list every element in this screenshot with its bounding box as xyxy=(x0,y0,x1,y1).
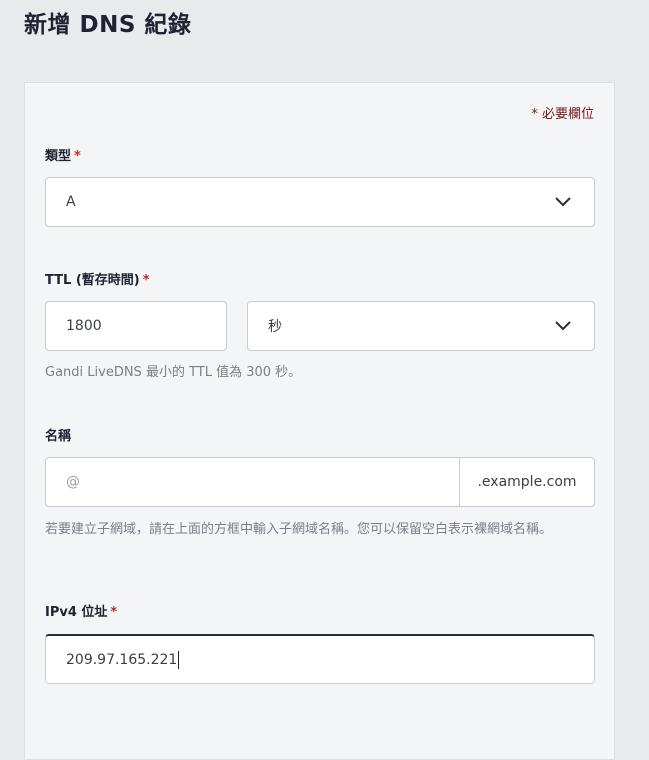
ttl-unit-value: 秒 xyxy=(268,319,282,335)
page-title: 新增 DNS 紀錄 xyxy=(24,12,192,38)
ttl-input-value: 1800 xyxy=(66,318,102,334)
type-label-text: 類型 xyxy=(45,149,72,164)
ipv4-input[interactable]: 209.97.165.221 xyxy=(45,634,595,684)
type-select[interactable]: A xyxy=(45,177,595,227)
dns-record-form: * 必要欄位 類型 * A TTL (暫存時間) * 1800 秒 Gandi Li… xyxy=(24,82,615,760)
domain-suffix: .example.com xyxy=(459,457,595,507)
ttl-label-text: TTL (暫存時間) xyxy=(45,273,140,288)
name-input-placeholder: @ xyxy=(66,474,80,490)
name-help-text: 若要建立子網域，請在上面的方框中輸入子網域名稱。您可以保留空白表示裸網域名稱。 xyxy=(45,522,553,537)
required-fields-note: * 必要欄位 xyxy=(531,107,594,122)
name-label: 名稱 xyxy=(45,425,71,444)
required-star: * xyxy=(74,149,81,164)
chevron-down-icon xyxy=(555,197,571,207)
name-label-text: 名稱 xyxy=(45,429,72,444)
type-select-value: A xyxy=(66,194,76,210)
ipv4-label: IPv4 位址 * xyxy=(45,601,117,620)
required-star: * xyxy=(142,273,150,288)
chevron-down-icon xyxy=(555,321,571,331)
required-star: * xyxy=(110,605,118,620)
name-input[interactable]: @ xyxy=(45,457,461,507)
ipv4-input-value: 209.97.165.221 xyxy=(66,651,178,668)
ipv4-label-text: IPv4 位址 xyxy=(45,605,108,620)
ttl-help-text: Gandi LiveDNS 最小的 TTL 值為 300 秒。 xyxy=(45,365,302,380)
ttl-label: TTL (暫存時間) * xyxy=(45,269,150,288)
text-caret xyxy=(178,650,180,669)
ttl-input[interactable]: 1800 xyxy=(45,301,227,351)
ttl-unit-select[interactable]: 秒 xyxy=(247,301,595,351)
type-label: 類型 * xyxy=(45,145,81,164)
